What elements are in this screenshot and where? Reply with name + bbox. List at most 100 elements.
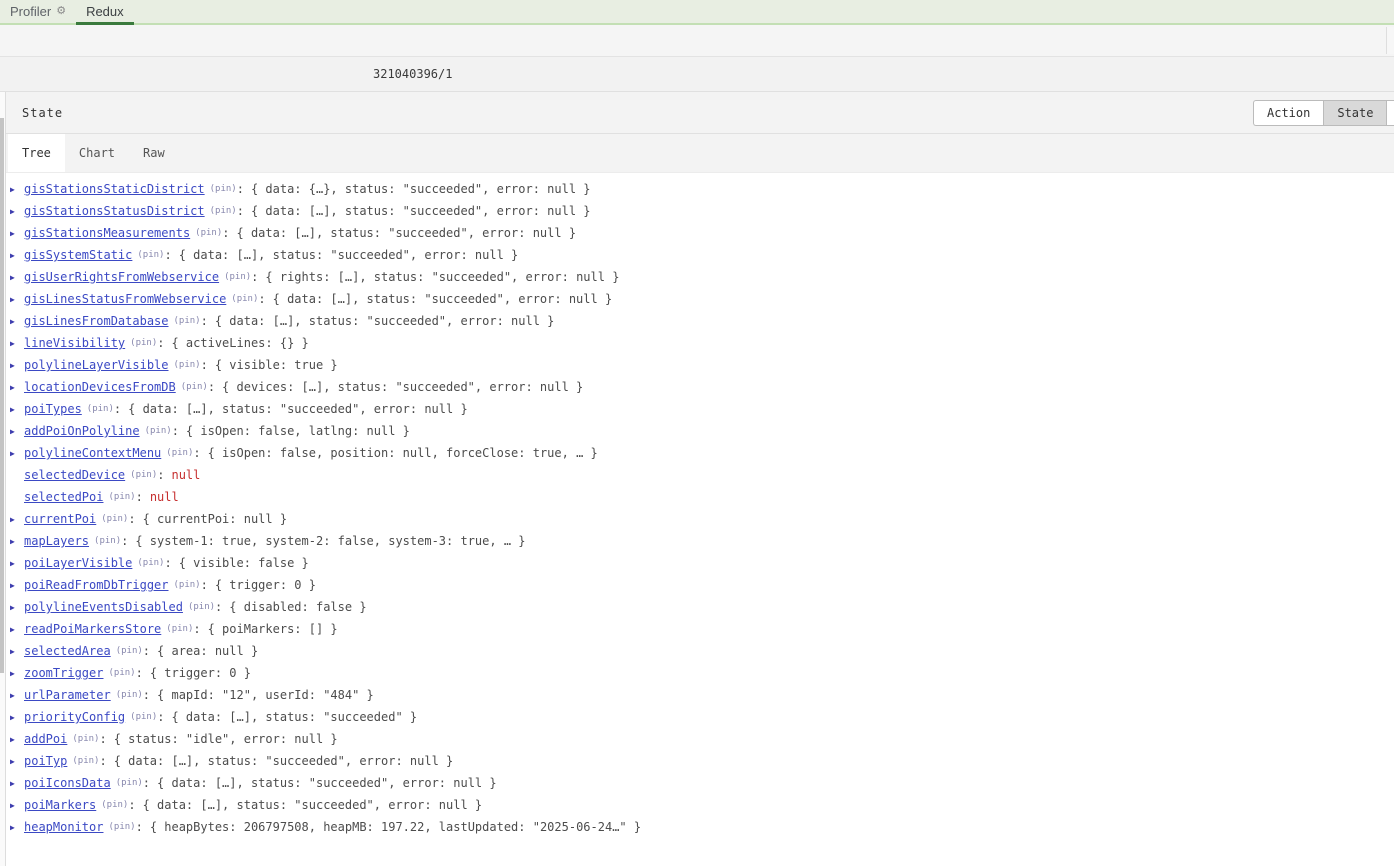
state-key[interactable]: currentPoi xyxy=(24,512,96,526)
state-key[interactable]: gisLinesStatusFromWebservice xyxy=(24,292,226,306)
state-key[interactable]: polylineLayerVisible xyxy=(24,358,169,372)
state-key[interactable]: selectedDevice xyxy=(24,468,125,482)
state-key[interactable]: polylineEventsDisabled xyxy=(24,600,183,614)
expand-arrow-icon[interactable]: ▶ xyxy=(10,229,24,238)
state-key[interactable]: gisStationsStatusDistrict xyxy=(24,204,205,218)
expand-arrow-icon[interactable]: ▶ xyxy=(10,317,24,326)
tree-row[interactable]: ▶ heapMonitor (pin) : { heapBytes: 20679… xyxy=(10,816,1394,838)
state-key[interactable]: priorityConfig xyxy=(24,710,125,724)
tree-row[interactable]: ▶ readPoiMarkersStore (pin) : { poiMarke… xyxy=(10,618,1394,640)
state-key[interactable]: gisUserRightsFromWebservice xyxy=(24,270,219,284)
tree-row[interactable]: ▶ polylineContextMenu (pin) : { isOpen: … xyxy=(10,442,1394,464)
expand-arrow-icon[interactable]: ▶ xyxy=(10,251,24,260)
state-key[interactable]: heapMonitor xyxy=(24,820,103,834)
state-key[interactable]: gisStationsStaticDistrict xyxy=(24,182,205,196)
tab-chart[interactable]: Chart xyxy=(65,134,129,172)
pin-link[interactable]: (pin) xyxy=(188,602,215,612)
pin-link[interactable]: (pin) xyxy=(137,250,164,260)
expand-arrow-icon[interactable]: ▶ xyxy=(10,559,24,568)
state-key[interactable]: gisStationsMeasurements xyxy=(24,226,190,240)
pin-link[interactable]: (pin) xyxy=(101,800,128,810)
pin-link[interactable]: (pin) xyxy=(130,470,157,480)
state-key[interactable]: poiTypes xyxy=(24,402,82,416)
tree-row[interactable]: ▶ selectedArea (pin) : { area: null } xyxy=(10,640,1394,662)
expand-arrow-icon[interactable]: ▶ xyxy=(10,603,24,612)
expand-arrow-icon[interactable]: ▶ xyxy=(10,515,24,524)
action-list-item[interactable]: 321040396/1 xyxy=(0,57,1394,92)
state-key[interactable]: mapLayers xyxy=(24,534,89,548)
expand-arrow-icon[interactable]: ▶ xyxy=(10,383,24,392)
pin-link[interactable]: (pin) xyxy=(210,206,237,216)
tree-row[interactable]: ▶ selectedDevice (pin) : null xyxy=(10,464,1394,486)
pin-link[interactable]: (pin) xyxy=(94,536,121,546)
expand-arrow-icon[interactable]: ▶ xyxy=(10,405,24,414)
tab-raw[interactable]: Raw xyxy=(129,134,179,172)
pin-link[interactable]: (pin) xyxy=(87,404,114,414)
state-key[interactable]: zoomTrigger xyxy=(24,666,103,680)
tree-row[interactable]: ▶ poiReadFromDbTrigger (pin) : { trigger… xyxy=(10,574,1394,596)
pin-link[interactable]: (pin) xyxy=(101,514,128,524)
expand-arrow-icon[interactable]: ▶ xyxy=(10,339,24,348)
tree-row[interactable]: ▶ gisStationsStaticDistrict (pin) : { da… xyxy=(10,178,1394,200)
pin-link[interactable]: (pin) xyxy=(195,228,222,238)
pin-link[interactable]: (pin) xyxy=(174,316,201,326)
pin-link[interactable]: (pin) xyxy=(210,184,237,194)
state-key[interactable]: polylineContextMenu xyxy=(24,446,161,460)
expand-arrow-icon[interactable]: ▶ xyxy=(10,295,24,304)
tree-row[interactable]: ▶ polylineLayerVisible (pin) : { visible… xyxy=(10,354,1394,376)
tree-row[interactable]: ▶ priorityConfig (pin) : { data: […], st… xyxy=(10,706,1394,728)
action-view-button[interactable]: Action xyxy=(1253,100,1323,126)
tree-row[interactable]: ▶ poiTypes (pin) : { data: […], status: … xyxy=(10,398,1394,420)
expand-arrow-icon[interactable]: ▶ xyxy=(10,273,24,282)
tree-row[interactable]: ▶ gisStationsStatusDistrict (pin) : { da… xyxy=(10,200,1394,222)
pin-link[interactable]: (pin) xyxy=(108,668,135,678)
state-key[interactable]: addPoi xyxy=(24,732,67,746)
pin-link[interactable]: (pin) xyxy=(145,426,172,436)
pin-link[interactable]: (pin) xyxy=(108,822,135,832)
tree-row[interactable]: ▶ polylineEventsDisabled (pin) : { disab… xyxy=(10,596,1394,618)
state-key[interactable]: addPoiOnPolyline xyxy=(24,424,140,438)
tree-row[interactable]: ▶ addPoi (pin) : { status: "idle", error… xyxy=(10,728,1394,750)
tree-row[interactable]: ▶ mapLayers (pin) : { system-1: true, sy… xyxy=(10,530,1394,552)
tree-row[interactable]: ▶ zoomTrigger (pin) : { trigger: 0 } xyxy=(10,662,1394,684)
pin-link[interactable]: (pin) xyxy=(116,690,143,700)
pin-link[interactable]: (pin) xyxy=(116,778,143,788)
state-view-button[interactable]: State xyxy=(1323,100,1386,126)
pin-link[interactable]: (pin) xyxy=(231,294,258,304)
diff-view-button[interactable]: Diff xyxy=(1386,100,1394,126)
tree-row[interactable]: ▶ gisUserRightsFromWebservice (pin) : { … xyxy=(10,266,1394,288)
pin-link[interactable]: (pin) xyxy=(166,448,193,458)
pin-link[interactable]: (pin) xyxy=(108,492,135,502)
tree-row[interactable]: ▶ gisLinesStatusFromWebservice (pin) : {… xyxy=(10,288,1394,310)
left-scrollbar[interactable] xyxy=(0,92,6,866)
state-key[interactable]: lineVisibility xyxy=(24,336,125,350)
tab-redux[interactable]: Redux xyxy=(76,0,134,25)
pin-link[interactable]: (pin) xyxy=(174,580,201,590)
state-key[interactable]: selectedArea xyxy=(24,644,111,658)
pin-link[interactable]: (pin) xyxy=(174,360,201,370)
pin-link[interactable]: (pin) xyxy=(130,712,157,722)
pin-link[interactable]: (pin) xyxy=(181,382,208,392)
expand-arrow-icon[interactable]: ▶ xyxy=(10,185,24,194)
expand-arrow-icon[interactable]: ▶ xyxy=(10,427,24,436)
state-key[interactable]: readPoiMarkersStore xyxy=(24,622,161,636)
state-key[interactable]: poiLayerVisible xyxy=(24,556,132,570)
expand-arrow-icon[interactable]: ▶ xyxy=(10,537,24,546)
state-key[interactable]: poiTyp xyxy=(24,754,67,768)
pin-link[interactable]: (pin) xyxy=(72,756,99,766)
state-key[interactable]: urlParameter xyxy=(24,688,111,702)
pin-link[interactable]: (pin) xyxy=(224,272,251,282)
expand-arrow-icon[interactable]: ▶ xyxy=(10,735,24,744)
expand-arrow-icon[interactable]: ▶ xyxy=(10,779,24,788)
state-key[interactable]: gisSystemStatic xyxy=(24,248,132,262)
expand-arrow-icon[interactable]: ▶ xyxy=(10,581,24,590)
tree-row[interactable]: ▶ addPoiOnPolyline (pin) : { isOpen: fal… xyxy=(10,420,1394,442)
tree-row[interactable]: ▶ locationDevicesFromDB (pin) : { device… xyxy=(10,376,1394,398)
expand-arrow-icon[interactable]: ▶ xyxy=(10,757,24,766)
state-key[interactable]: poiMarkers xyxy=(24,798,96,812)
expand-arrow-icon[interactable]: ▶ xyxy=(10,647,24,656)
tree-row[interactable]: ▶ poiIconsData (pin) : { data: […], stat… xyxy=(10,772,1394,794)
state-key[interactable]: locationDevicesFromDB xyxy=(24,380,176,394)
pin-link[interactable]: (pin) xyxy=(130,338,157,348)
tree-row[interactable]: ▶ gisStationsMeasurements (pin) : { data… xyxy=(10,222,1394,244)
